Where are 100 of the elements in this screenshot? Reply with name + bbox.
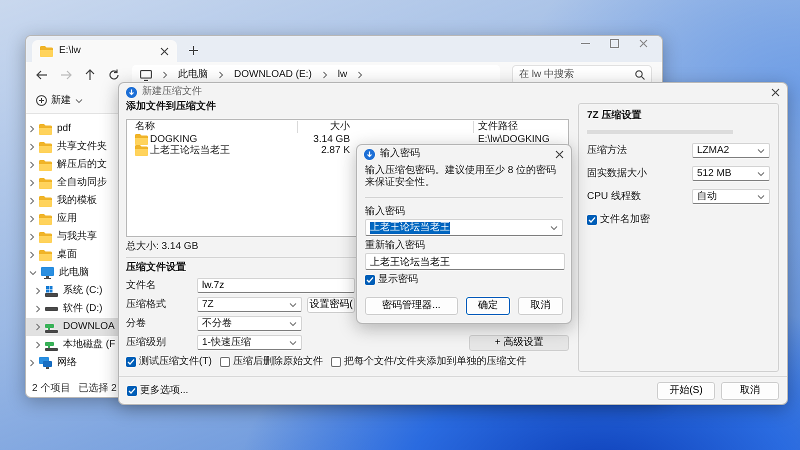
folder-icon [39, 160, 52, 170]
field-label: 输入密码 [365, 206, 406, 219]
close-icon[interactable] [160, 46, 169, 56]
back-arrow-icon[interactable] [36, 69, 48, 81]
total-size: 总大小: 3.14 GB [126, 241, 198, 252]
chevron-right-icon [29, 251, 35, 259]
chevron-right-icon [35, 287, 41, 295]
dropdown[interactable]: 自动 [692, 189, 770, 204]
dropdown[interactable]: LZMA2 [692, 143, 770, 158]
sidebar-item[interactable]: pdf [26, 120, 119, 138]
breadcrumb-item[interactable]: 此电脑 [178, 69, 208, 81]
checkbox[interactable] [220, 357, 230, 367]
explorer-tab[interactable]: E:\lw [32, 40, 177, 62]
network-drive-icon [45, 322, 58, 332]
item-count: 2 个项目 [32, 383, 70, 395]
sidebar-item[interactable]: 应用 [26, 210, 119, 228]
monitor-icon [140, 70, 152, 80]
checkbox-label: 测试压缩文件(T) [139, 356, 212, 368]
set-password-button[interactable]: 设置密码( [307, 296, 355, 312]
maximize-icon[interactable] [610, 38, 619, 48]
dialog-button[interactable]: 取消 [721, 382, 779, 400]
up-arrow-icon[interactable] [84, 69, 96, 81]
system-drive-icon [45, 286, 58, 296]
folder-icon [39, 250, 52, 260]
drive-icon [45, 306, 58, 312]
new-tab-icon[interactable] [189, 46, 198, 55]
sidebar-item[interactable]: 此电脑 [26, 264, 119, 282]
refresh-icon[interactable] [108, 69, 120, 81]
folder-icon [135, 134, 148, 145]
app-logo-icon [364, 148, 375, 160]
new-button[interactable]: 新建 [36, 94, 83, 106]
sidebar-item[interactable]: 我的模板 [26, 192, 119, 210]
chevron-right-icon [29, 233, 35, 241]
dialog-title: 新建压缩文件 [142, 86, 203, 98]
sidebar-item[interactable]: 共享文件夹 [26, 138, 119, 156]
checkbox[interactable] [126, 357, 136, 367]
folder-icon [40, 46, 53, 56]
field-label: 压缩方法 [587, 144, 628, 156]
field-label: 压缩级别 [126, 336, 167, 348]
file-name[interactable]: DOGKING [150, 134, 198, 146]
password-confirm-field[interactable]: 上老王论坛当老王 [365, 253, 565, 270]
field-label: 压缩格式 [126, 298, 167, 310]
chevron-right-icon [35, 305, 41, 313]
computer-icon [41, 267, 54, 279]
dialog-button[interactable]: 开始(S) [657, 382, 715, 400]
breadcrumb-item[interactable]: DOWNLOAD (E:) [234, 69, 312, 81]
file-name[interactable]: 上老王论坛当老王 [150, 144, 230, 156]
dialog-title: 输入密码 [380, 148, 421, 160]
close-icon[interactable] [555, 150, 564, 158]
tab-title: E:\lw [59, 45, 82, 57]
chevron-down-icon [289, 340, 297, 346]
sidebar-item[interactable]: 软件 (D:) [26, 300, 119, 318]
dropdown[interactable]: 512 MB [692, 166, 770, 181]
checkbox[interactable] [127, 386, 137, 396]
file-path: E:\lw\DOGKING [477, 134, 550, 146]
chevron-right-icon [29, 197, 35, 205]
chevron-right-icon [29, 215, 35, 223]
password-field[interactable]: 上老王论坛当老王 [365, 219, 563, 236]
chevron-right-icon [29, 143, 35, 151]
close-icon[interactable] [771, 88, 780, 96]
chevron-right-icon [35, 323, 41, 331]
dropdown[interactable]: 不分卷 [197, 316, 302, 331]
column-header[interactable]: 名称 [135, 121, 155, 133]
checkbox-label: 把每个文件/文件夹添加到单独的压缩文件 [344, 356, 527, 368]
checkbox-label: 压缩后删除原始文件 [232, 356, 323, 368]
search-placeholder: 在 lw 中搜索 [519, 69, 575, 81]
dropdown[interactable]: 7Z [197, 297, 302, 312]
folder-icon [39, 214, 52, 224]
advanced-settings-button[interactable]: + 高级设置 [469, 334, 569, 350]
sidebar-item[interactable]: DOWNLOA [26, 318, 119, 336]
file-size: 3.14 GB [312, 134, 351, 146]
field-label: 文件名 [126, 280, 157, 292]
sidebar-item[interactable]: 系统 (C:) [26, 282, 119, 300]
breadcrumb-item[interactable]: lw [338, 69, 348, 81]
sidebar-item[interactable]: 与我共享 [26, 228, 119, 246]
checkbox[interactable] [365, 275, 375, 285]
dialog-button[interactable]: 取消 [518, 297, 564, 315]
selection-count: 已选择 2 [78, 383, 117, 395]
checkbox-label: 显示密码 [378, 274, 418, 286]
folder-icon [39, 142, 52, 152]
sidebar-item[interactable]: 桌面 [26, 246, 119, 264]
column-header[interactable]: 大小 [298, 121, 353, 133]
instruction-text: 输入压缩包密码。建议使用至少 8 位的密码来保证安全性。 [365, 165, 558, 189]
checkbox[interactable] [587, 215, 597, 225]
sidebar-item[interactable]: 本地磁盘 (F [26, 336, 119, 354]
search-icon [635, 70, 645, 80]
file-size: 2.87 K [320, 144, 351, 156]
sidebar-item[interactable]: 网络 [26, 354, 119, 372]
checkbox[interactable] [330, 357, 341, 367]
chevron-right-icon [29, 179, 35, 187]
chevron-down-icon [757, 170, 765, 176]
dropdown[interactable]: 1-快速压缩 [197, 335, 302, 350]
sidebar-item[interactable]: 解压后的文 [26, 156, 119, 174]
text-field[interactable]: lw.7z [197, 278, 355, 293]
dialog-button[interactable]: 确定 [466, 297, 510, 315]
sidebar-item[interactable]: 全自动同步 [26, 174, 119, 192]
panel-heading: 7Z 压缩设置 [587, 110, 642, 123]
dialog-button[interactable]: 密码管理器... [365, 297, 458, 315]
column-header[interactable]: 文件路径 [474, 121, 518, 133]
plus-circle-icon [36, 95, 47, 106]
